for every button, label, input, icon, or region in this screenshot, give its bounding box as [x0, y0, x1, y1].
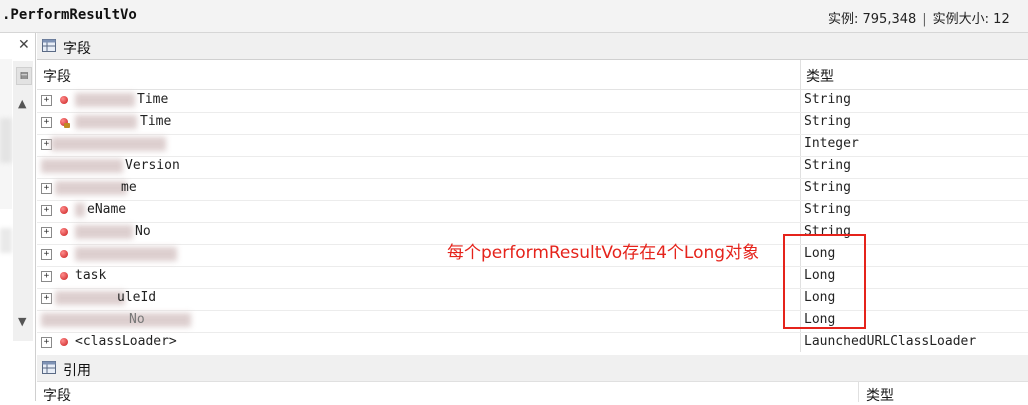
redacted-block: [51, 137, 166, 151]
references-section-header[interactable]: 引用: [37, 355, 1028, 382]
references-section-title: 引用: [63, 363, 91, 379]
field-name: uleId: [117, 290, 157, 305]
expand-icon[interactable]: +: [41, 271, 52, 282]
expand-icon[interactable]: +: [41, 227, 52, 238]
redacted-block: [75, 225, 133, 239]
table-row[interactable]: No Long: [37, 310, 1028, 333]
scroll-down-icon[interactable]: ▼: [18, 315, 26, 328]
redacted-block: [75, 115, 137, 129]
field-type: String: [804, 92, 851, 107]
column-divider[interactable]: [858, 382, 859, 402]
field-icon: [60, 96, 68, 104]
annotation-text: 每个performResultVo存在4个Long对象: [447, 243, 760, 263]
lock-icon: [64, 123, 70, 128]
fields-table: 字段 类型 + Time String + Time String + Inte…: [37, 60, 1028, 352]
fields-section-title: 字段: [63, 41, 91, 57]
field-name: task: [75, 268, 107, 283]
table-row[interactable]: + Time String: [37, 90, 1028, 113]
field-icon: [60, 272, 68, 280]
field-name: Version: [125, 158, 180, 173]
instance-count: 实例: 795,348: [828, 12, 917, 27]
column-header-field[interactable]: 字段: [43, 385, 71, 405]
table-row[interactable]: + task Long: [37, 266, 1028, 289]
field-type: String: [804, 202, 851, 217]
panel-menu-icon[interactable]: ▤: [16, 67, 32, 85]
field-icon: [60, 228, 68, 236]
column-header-type[interactable]: 类型: [866, 385, 894, 405]
table-row[interactable]: + uleId Long: [37, 288, 1028, 311]
close-icon[interactable]: ✕: [18, 37, 30, 53]
table-row[interactable]: + eName String: [37, 200, 1028, 223]
left-pane: ✕ ▤ ▲ ▼: [0, 33, 36, 401]
redacted-block: [75, 203, 85, 217]
field-type: String: [804, 180, 851, 195]
column-header-field[interactable]: 字段: [43, 66, 71, 86]
instance-size: 实例大小: 12: [932, 12, 1010, 27]
field-type: String: [804, 114, 851, 129]
field-icon: [60, 338, 68, 346]
vertical-scrollbar[interactable]: ▤ ▲ ▼: [13, 61, 33, 341]
references-table-header: 字段 类型: [37, 381, 1028, 405]
table-row[interactable]: + <classLoader> LaunchedURLClassLoader: [37, 332, 1028, 354]
field-name: Time: [137, 92, 169, 107]
fields-table-header: 字段 类型: [37, 60, 1028, 90]
redacted-block: [0, 228, 12, 253]
column-header-type[interactable]: 类型: [806, 66, 834, 86]
expand-icon[interactable]: +: [41, 95, 52, 106]
expand-icon[interactable]: +: [41, 205, 52, 216]
field-name: Time: [140, 114, 172, 129]
redacted-block: [0, 118, 12, 163]
fields-section-header[interactable]: 字段: [37, 33, 1028, 60]
field-name: me: [121, 180, 137, 195]
scroll-up-icon[interactable]: ▲: [18, 97, 26, 110]
field-name: eName: [87, 202, 127, 217]
stats-separator: |: [922, 12, 927, 27]
redacted-block: [41, 159, 123, 173]
field-icon: [60, 250, 68, 258]
field-type: LaunchedURLClassLoader: [804, 334, 977, 349]
annotation-highlight-box: [783, 234, 866, 329]
redacted-block: [55, 181, 127, 195]
table-row[interactable]: Version String: [37, 156, 1028, 179]
class-name: .PerformResultVo: [2, 7, 137, 23]
redacted-block: [75, 93, 135, 107]
table-row[interactable]: + Time String: [37, 112, 1028, 135]
redacted-block: [75, 247, 177, 261]
table-row[interactable]: + Integer: [37, 134, 1028, 157]
field-name: <classLoader>: [75, 334, 177, 349]
expand-icon[interactable]: +: [41, 293, 52, 304]
title-bar: .PerformResultVo 实例: 795,348 | 实例大小: 12: [0, 0, 1028, 33]
expand-icon[interactable]: +: [41, 117, 52, 128]
field-icon: [60, 206, 68, 214]
table-icon: [42, 39, 56, 52]
table-icon: [42, 361, 56, 374]
instance-stats: 实例: 795,348 | 实例大小: 12: [828, 8, 1010, 27]
redacted-block: [41, 313, 191, 327]
expand-icon[interactable]: +: [41, 249, 52, 260]
table-row[interactable]: + me String: [37, 178, 1028, 201]
redacted-block: [55, 291, 125, 305]
field-type: String: [804, 158, 851, 173]
expand-icon[interactable]: +: [41, 183, 52, 194]
field-type: Integer: [804, 136, 859, 151]
field-name: No: [135, 224, 151, 239]
expand-icon[interactable]: +: [41, 337, 52, 348]
field-name: No: [129, 312, 145, 327]
